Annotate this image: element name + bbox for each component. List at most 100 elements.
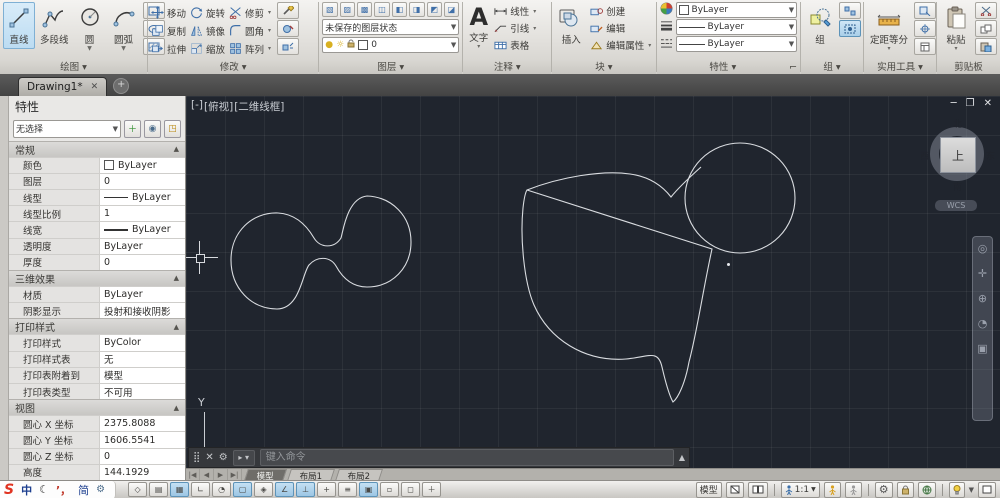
stretch-button[interactable]: 拉伸 (151, 40, 186, 57)
full-navigation-wheel-icon[interactable]: ◎ (978, 243, 988, 254)
viewcube-east[interactable]: 东 (986, 149, 995, 162)
drawing-viewport[interactable]: [-] [俯视] [二维线框] ─ ❐ ✕ 北 南 西 东 上 WCS ◎ ✛ ⊕ ◔… (186, 96, 1000, 480)
create-block-button[interactable]: 创建 (590, 4, 651, 18)
group-button[interactable]: 组 (804, 2, 836, 49)
prop-row-lineweight[interactable]: 线宽 ByLayer (9, 221, 185, 238)
quick-calculator-button[interactable] (914, 38, 937, 55)
ungroup-button[interactable] (839, 2, 862, 19)
ime-wrench-icon[interactable]: ⚙ (96, 484, 105, 495)
group-panel-label[interactable]: 组 ▾ (801, 61, 864, 74)
annotation-monitor-toggle[interactable]: ＋ (422, 482, 442, 497)
mirror-button[interactable]: 镜像 (190, 22, 225, 39)
viewcube-north[interactable]: 北 (953, 117, 962, 130)
section-3d-effects[interactable]: 三维效果 ▲ (9, 269, 185, 286)
transparency-display-toggle[interactable]: ▣ (359, 482, 379, 497)
clipboard-panel-label[interactable]: 剪贴板 (936, 61, 1000, 74)
layer-lock-button[interactable]: ◨ (409, 2, 425, 17)
linetype-dropdown[interactable]: ByLayer ▼ (675, 36, 798, 52)
minimize-icon[interactable]: ─ (951, 98, 957, 109)
cut-icon[interactable] (974, 2, 997, 19)
prop-row-plot-attach[interactable]: 打印表附着到 模型 (9, 366, 185, 383)
close-tab-icon[interactable]: ✕ (91, 82, 99, 92)
edit-attributes-button[interactable]: 编辑属性 ▾ (590, 38, 651, 52)
command-close-icon[interactable]: ✕ (205, 452, 213, 463)
group-selection-toggle-button[interactable] (839, 20, 862, 37)
prop-row-color[interactable]: 颜色 ByLayer (9, 156, 185, 173)
fillet-button[interactable]: 圆角 ▾ (229, 22, 271, 39)
copy-button[interactable]: 复制 (151, 22, 186, 39)
linear-dimension-button[interactable]: 线性 ▾ (494, 4, 536, 18)
quick-view-drawings-button[interactable] (747, 481, 768, 498)
leader-button[interactable]: 引线 ▾ (494, 21, 536, 35)
prop-row-thickness[interactable]: 厚度 0 (9, 253, 185, 270)
prop-row-height[interactable]: 高度 144.1929 (9, 463, 185, 480)
quick-properties-toggle[interactable]: ▫ (380, 482, 400, 497)
sogou-logo-icon[interactable]: S (4, 482, 14, 498)
table-button[interactable]: 表格 (494, 38, 536, 52)
properties-launcher-icon[interactable]: ⌐ (789, 61, 797, 74)
zoom-icon[interactable]: ⊕ (978, 293, 987, 304)
prop-row-linetype[interactable]: 线型 ByLayer (9, 188, 185, 206)
prop-row-plot-type[interactable]: 打印表类型 不可用 (9, 383, 185, 400)
ime-punctuation-icon[interactable]: ’， (56, 482, 71, 498)
object-snap-tracking-toggle[interactable]: ∠ (275, 482, 295, 497)
viewcube-west[interactable]: 西 (920, 149, 929, 162)
toolbar-lock-icon[interactable] (896, 481, 914, 498)
move-button[interactable]: 移动 (150, 4, 186, 21)
dynamic-ucs-toggle[interactable]: ⊥ (296, 482, 316, 497)
selection-cycling-toggle[interactable]: ◻ (401, 482, 421, 497)
paste-special-icon[interactable] (974, 38, 997, 55)
ortho-mode-toggle[interactable]: ∟ (191, 482, 211, 497)
dynamic-input-toggle[interactable]: + (317, 482, 337, 497)
showmotion-icon[interactable]: ▣ (977, 343, 987, 354)
status-menu-caret[interactable]: ▼ (969, 486, 974, 494)
prop-row-material[interactable]: 材质 ByLayer (9, 285, 185, 303)
document-tab[interactable]: Drawing1* ✕ (18, 77, 108, 96)
edit-block-button[interactable]: 编辑 (590, 21, 651, 35)
command-input[interactable] (259, 449, 674, 466)
lineweight-display-toggle[interactable]: ≡ (338, 482, 358, 497)
match-properties-button[interactable] (277, 2, 300, 19)
layer-match-button[interactable]: ◩ (426, 2, 442, 17)
scale-button[interactable]: 缩放 (190, 40, 225, 57)
wcs-badge[interactable]: WCS (935, 200, 977, 211)
prop-row-plot-style[interactable]: 打印样式 ByColor (9, 334, 185, 351)
array-button[interactable]: 阵列 ▾ (229, 40, 271, 57)
new-tab-button[interactable]: + (113, 78, 130, 94)
layer-dropdown[interactable]: ● ☼ 0 ▼ (322, 37, 460, 53)
annotation-visibility-button[interactable] (823, 481, 841, 498)
polar-tracking-toggle[interactable]: ◔ (212, 482, 232, 497)
command-customize-icon[interactable]: ⚙ (219, 452, 228, 463)
infer-constraints-toggle[interactable]: ◇ (128, 482, 148, 497)
quick-select-button[interactable]: ◳ (164, 119, 181, 138)
isolate-objects-bulb-icon[interactable] (948, 481, 965, 498)
model-space-button[interactable]: 模型 (695, 481, 722, 498)
viewcube-south[interactable]: 南 (953, 180, 962, 193)
ime-language-toggle[interactable]: 中 (21, 482, 32, 498)
clean-screen-button[interactable] (978, 481, 996, 498)
next-tab-button[interactable]: ▶ (214, 469, 228, 480)
explode-button[interactable] (277, 38, 300, 55)
lineweight-dropdown[interactable]: ByLayer ▼ (675, 19, 798, 35)
snap-mode-toggle[interactable]: ▤ (149, 482, 169, 497)
prop-row-linetype-scale[interactable]: 线型比例 1 (9, 205, 185, 222)
workspace-gear-icon[interactable]: ⚙ (874, 481, 893, 498)
utilities-panel-label[interactable]: 实用工具 ▾ (864, 61, 936, 74)
select-objects-button[interactable]: ◉ (144, 119, 161, 138)
paste-button[interactable]: 粘贴 ▾ (940, 2, 972, 54)
pan-icon[interactable]: ✛ (978, 268, 987, 279)
arc-button[interactable]: 圆弧 ▼ (108, 2, 140, 54)
layer-isolate-button[interactable]: ▩ (357, 2, 373, 17)
modify-panel-label[interactable]: 修改 ▾ (147, 61, 319, 74)
annotation-panel-label[interactable]: 注释 ▾ (463, 61, 552, 74)
quick-view-layouts-button[interactable] (725, 481, 744, 498)
layer-previous-button[interactable]: ◪ (443, 2, 460, 17)
view-control[interactable]: [俯视] (204, 99, 233, 114)
restore-icon[interactable]: ❐ (966, 98, 975, 109)
prop-row-center-y[interactable]: 圆心 Y 坐标 1606.5541 (9, 431, 185, 448)
circle-button[interactable]: 圆 ▼ (74, 2, 106, 54)
ime-simplified-toggle[interactable]: 简 (78, 482, 89, 498)
copy-clip-icon[interactable] (974, 20, 997, 37)
first-tab-button[interactable]: |◀ (186, 469, 200, 480)
edit-polyline-button[interactable] (277, 20, 300, 37)
